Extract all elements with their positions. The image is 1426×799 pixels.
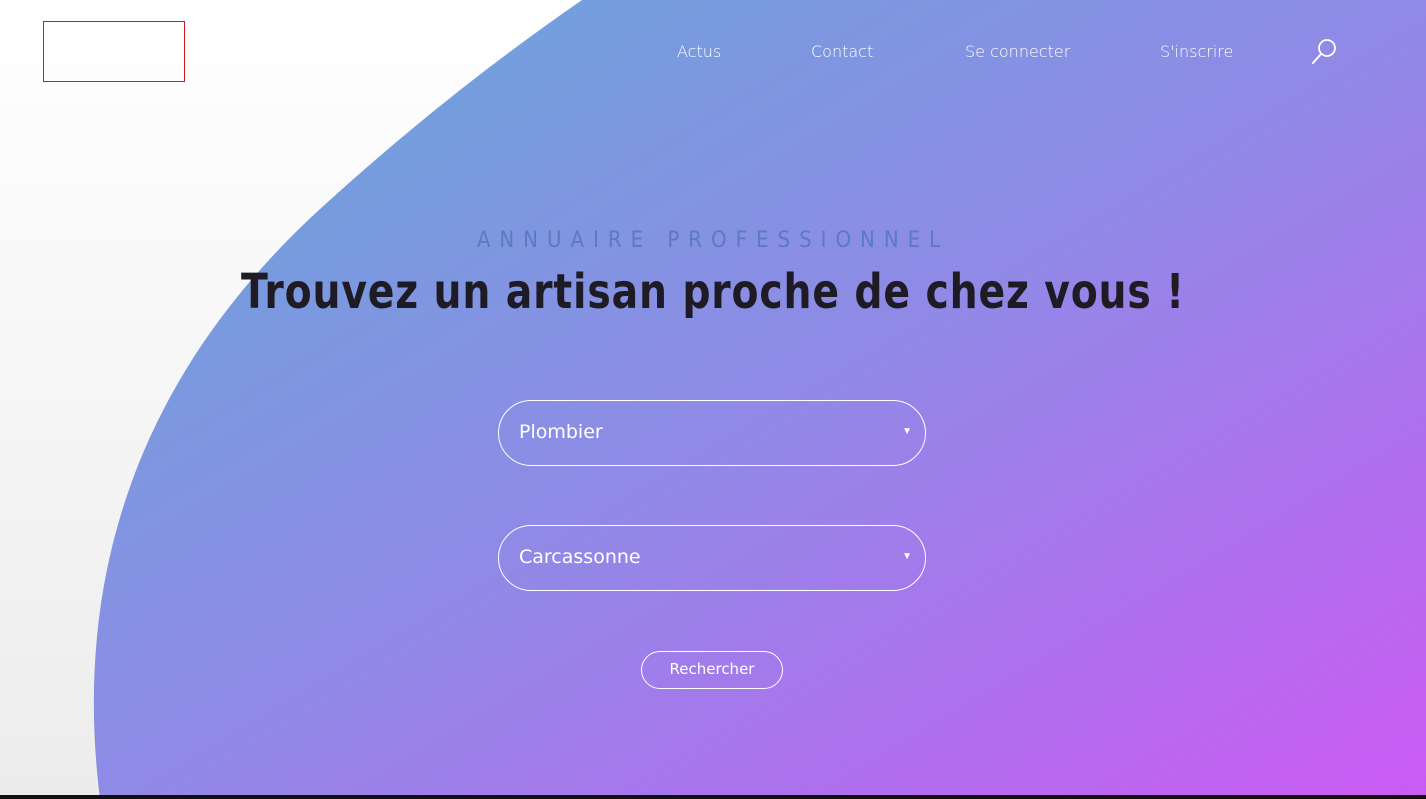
chevron-down-icon: ▼ [902,551,912,562]
hero-overline: ANNUAIRE PROFESSIONNEL [476,228,950,253]
bottom-border [0,795,1426,799]
nav-link-s-inscrire[interactable]: S'inscrire [1160,42,1233,61]
page: Actus Contact Se connecter S'inscrire AN… [0,0,1426,799]
ville-select[interactable]: Carcassonne ▼ [498,525,926,591]
ville-select-value: Carcassonne [519,546,641,568]
main-nav: Actus Contact Se connecter S'inscrire [0,0,1426,100]
nav-link-actus[interactable]: Actus [677,42,721,61]
search-icon[interactable] [1310,38,1338,66]
nav-link-se-connecter[interactable]: Se connecter [965,42,1070,61]
nav-link-contact[interactable]: Contact [811,42,873,61]
rechercher-button[interactable]: Rechercher [641,651,783,689]
metier-select[interactable]: Plombier ▼ [498,400,926,466]
hero-title: Trouvez un artisan proche de chez vous ! [241,264,1185,320]
metier-select-value: Plombier [519,421,603,443]
chevron-down-icon: ▼ [902,426,912,437]
